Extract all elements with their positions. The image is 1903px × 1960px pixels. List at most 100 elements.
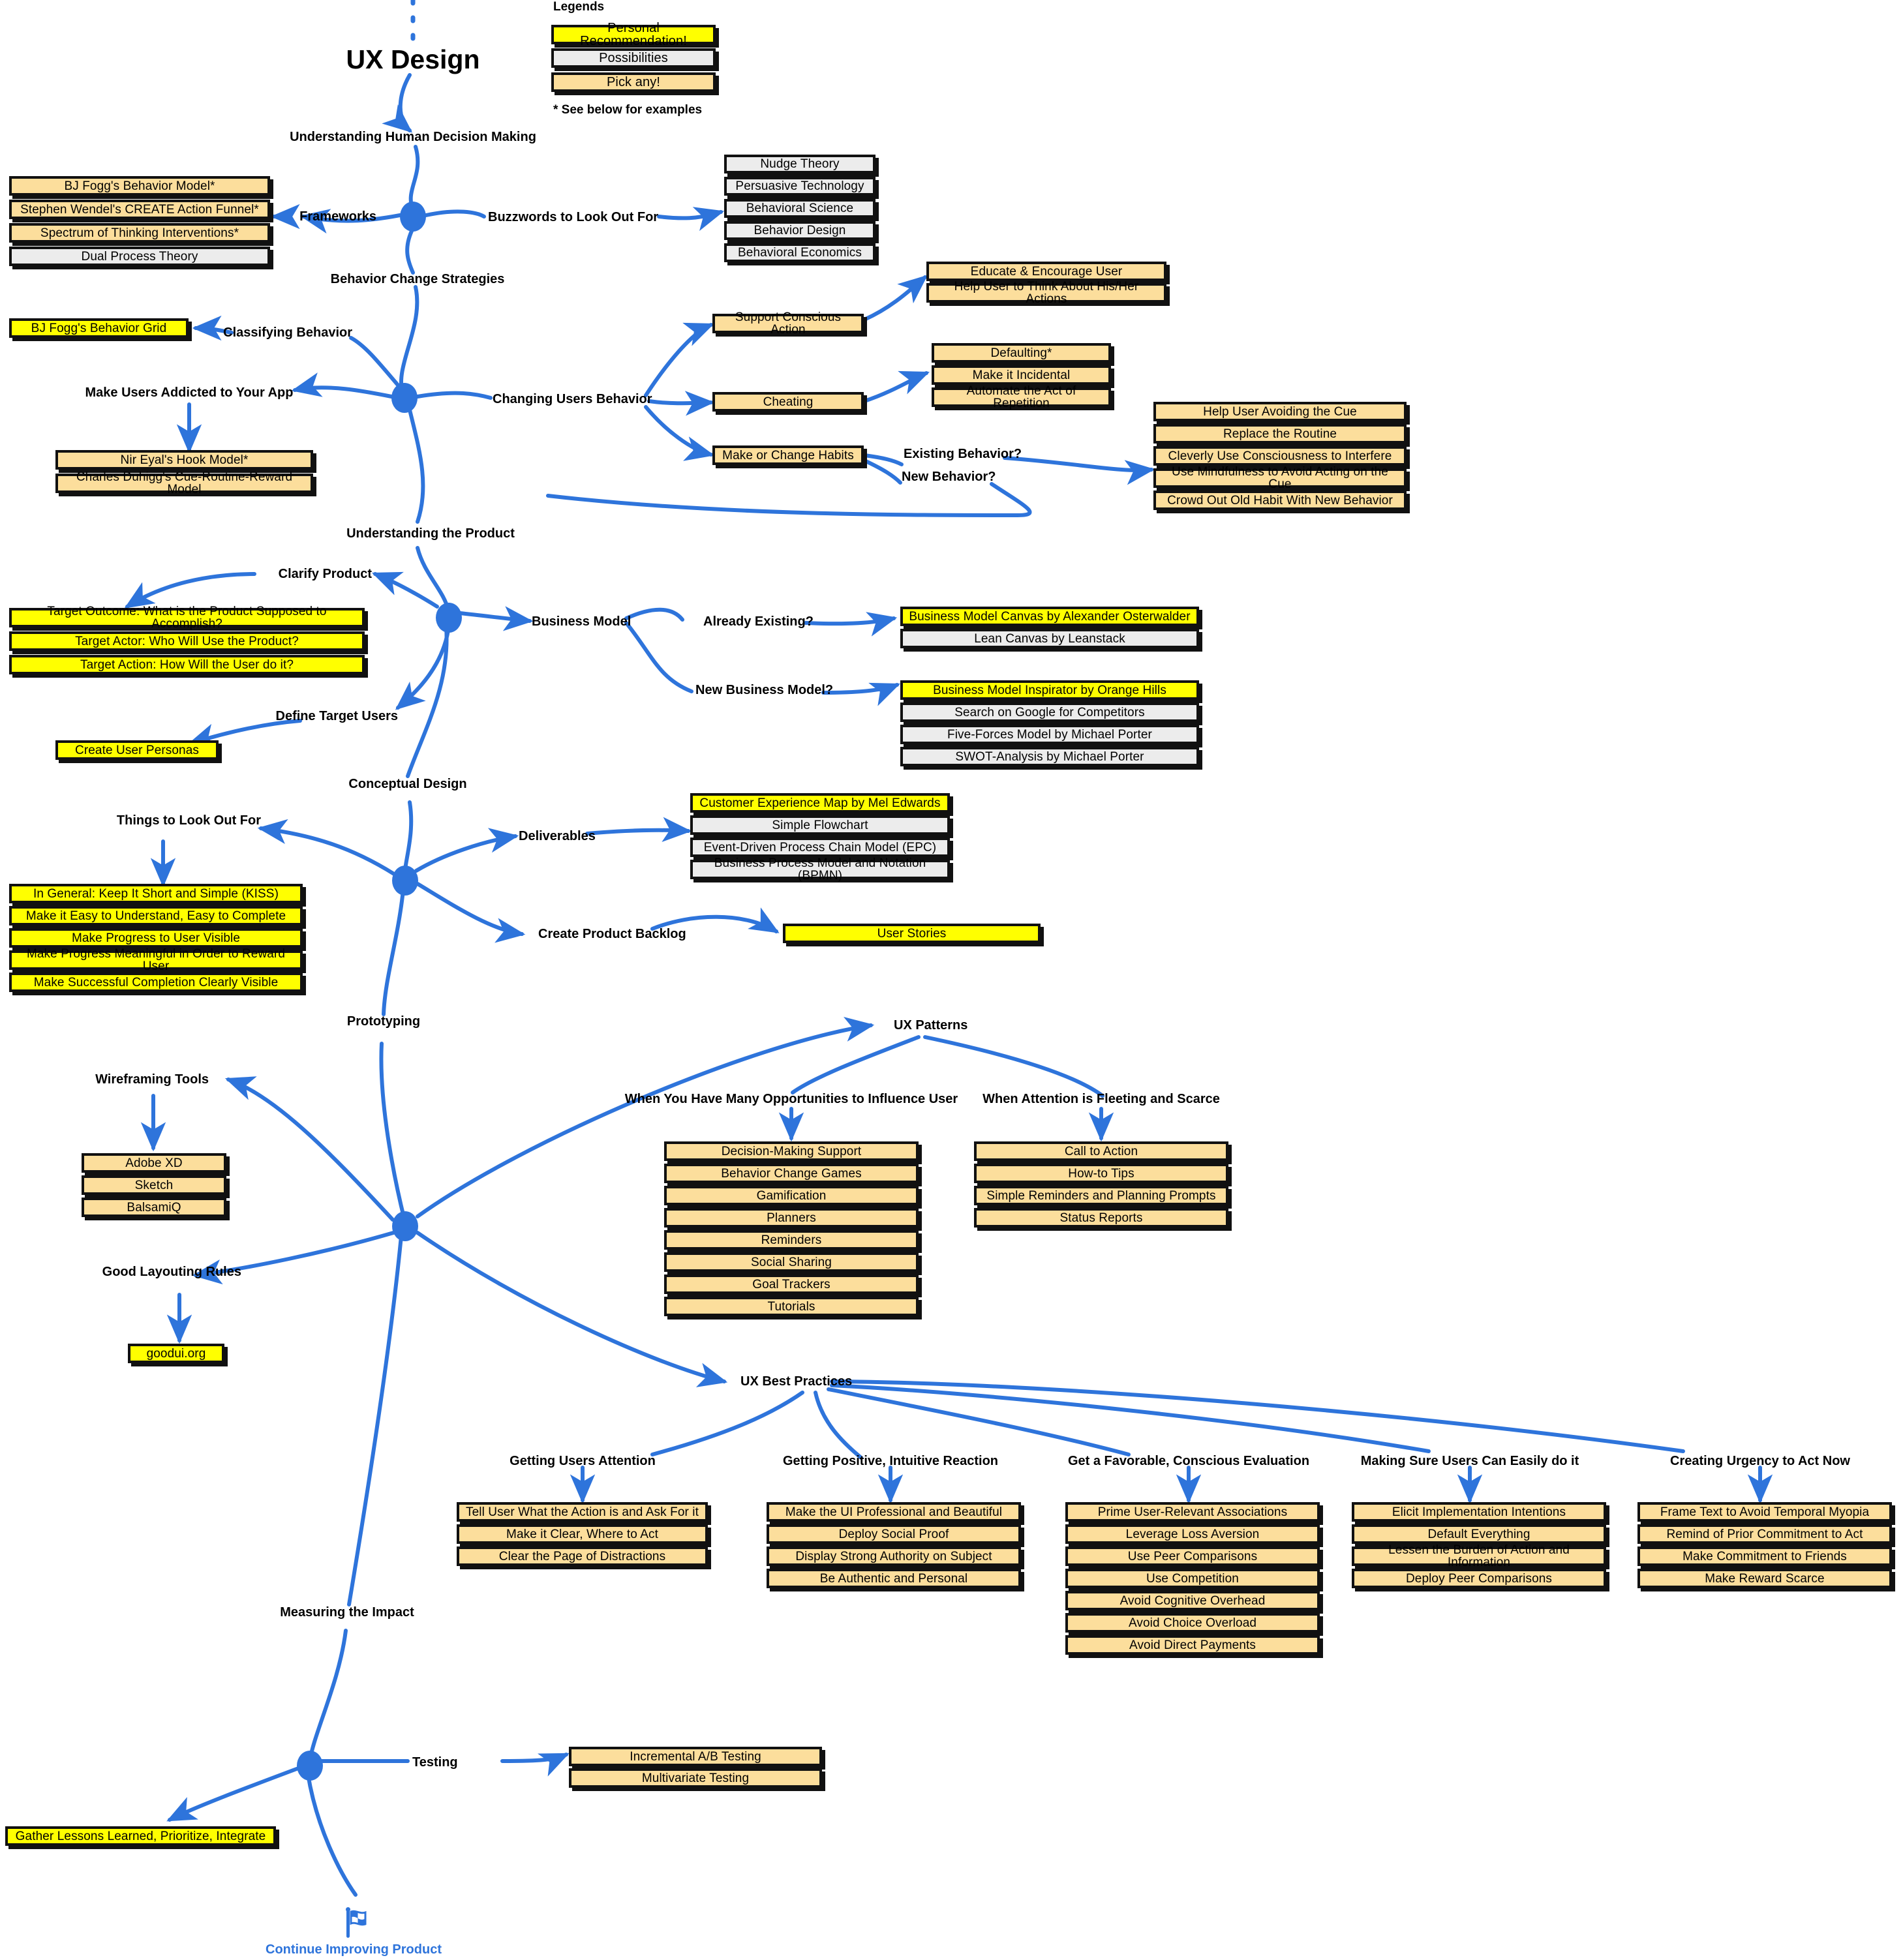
favorable-evaluation-item-2: Use Peer Comparisons bbox=[1065, 1546, 1320, 1566]
creating-urgency-item-2: Make Commitment to Friends bbox=[1637, 1546, 1892, 1566]
label-wireframing-tools: Wireframing Tools bbox=[95, 1072, 209, 1087]
hub-conceptual-design bbox=[392, 866, 418, 896]
framework-item-2: Spectrum of Thinking Interventions* bbox=[9, 223, 270, 243]
buzzword-item-1: Persuasive Technology bbox=[724, 177, 875, 196]
deliverable-item-0: Customer Experience Map by Mel Edwards bbox=[690, 793, 950, 813]
already-existing-item-0: Business Model Canvas by Alexander Oster… bbox=[900, 607, 1199, 626]
label-making-sure-easy: Making Sure Users Can Easily do it bbox=[1360, 1454, 1579, 1468]
creating-urgency-item-1: Remind of Prior Commitment to Act bbox=[1637, 1524, 1892, 1544]
favorable-evaluation-item-4: Avoid Cognitive Overhead bbox=[1065, 1591, 1320, 1610]
attention-fleeting-item-0: Call to Action bbox=[974, 1141, 1228, 1161]
habit-item-0: Help User Avoiding the Cue bbox=[1153, 402, 1407, 421]
hub-behavior-change bbox=[400, 202, 426, 232]
branch-label-conceptual-design: Conceptual Design bbox=[348, 777, 467, 791]
label-creating-urgency: Creating Urgency to Act Now bbox=[1670, 1454, 1850, 1468]
hub-measuring-impact bbox=[297, 1751, 323, 1781]
support-conscious-action-item-1: Help User to Think About His/Her Actions bbox=[926, 280, 1166, 305]
habit-item-2: Cleverly Use Consciousness to Interfere bbox=[1153, 446, 1407, 466]
favorable-evaluation-item-0: Prime User-Relevant Associations bbox=[1065, 1502, 1320, 1522]
favorable-evaluation-item-1: Leverage Loss Aversion bbox=[1065, 1524, 1320, 1544]
cheating-item-1: Make it Incidental bbox=[932, 365, 1111, 385]
label-clarify-product: Clarify Product bbox=[278, 567, 372, 581]
checkered-flag-icon bbox=[346, 1907, 371, 1942]
legend-item-possibilities: Possibilities bbox=[551, 48, 716, 68]
deliverable-item-2: Event-Driven Process Chain Model (EPC) bbox=[690, 837, 950, 857]
label-many-opportunities: When You Have Many Opportunities to Infl… bbox=[624, 1092, 958, 1106]
label-getting-users-attention: Getting Users Attention bbox=[510, 1454, 656, 1468]
label-define-target-users: Define Target Users bbox=[275, 709, 398, 723]
attention-fleeting-item-1: How-to Tips bbox=[974, 1164, 1228, 1183]
classifying-behavior-item-0: BJ Fogg's Behavior Grid bbox=[9, 318, 189, 338]
label-testing: Testing bbox=[412, 1755, 458, 1770]
branch-label-prototyping: Prototyping bbox=[346, 1014, 421, 1029]
things-to-look-out-for-item-0: In General: Keep It Short and Simple (KI… bbox=[9, 884, 303, 903]
buzzword-item-4: Behavioral Economics bbox=[724, 243, 875, 262]
new-business-model-item-3: SWOT-Analysis by Michael Porter bbox=[900, 747, 1199, 766]
many-opportunities-item-5: Social Sharing bbox=[664, 1252, 919, 1272]
label-classifying-behavior: Classifying Behavior bbox=[223, 325, 352, 340]
good-layouting-rules-item-0: goodui.org bbox=[128, 1344, 224, 1363]
framework-item-3: Dual Process Theory bbox=[9, 247, 270, 266]
making-sure-easy-item-2: Lessen the Burden of Action and Informat… bbox=[1352, 1544, 1606, 1569]
testing-item-0: Incremental A/B Testing bbox=[569, 1747, 822, 1766]
support-conscious-action-item-0: Educate & Encourage User bbox=[926, 262, 1166, 281]
getting-users-attention-item-1: Make it Clear, Where to Act bbox=[457, 1524, 708, 1544]
getting-positive-reaction-item-2: Display Strong Authority on Subject bbox=[767, 1546, 1021, 1566]
label-already-existing: Already Existing? bbox=[703, 614, 814, 629]
legend-heading: Legends bbox=[553, 0, 605, 14]
clarify-product-item-1: Target Actor: Who Will Use the Product? bbox=[9, 631, 365, 651]
habit-item-4: Crowd Out Old Habit With New Behavior bbox=[1153, 490, 1407, 510]
page-title: UX Design bbox=[346, 44, 480, 74]
define-target-users-item-0: Create User Personas bbox=[55, 740, 219, 760]
new-business-model-item-0: Business Model Inspirator by Orange Hill… bbox=[900, 680, 1199, 700]
making-sure-easy-item-3: Deploy Peer Comparisons bbox=[1352, 1569, 1606, 1588]
things-to-look-out-for-item-3: Make Progress Meaningful in Order to Rew… bbox=[9, 948, 303, 972]
favorable-evaluation-item-6: Avoid Direct Payments bbox=[1065, 1635, 1320, 1655]
wireframing-tool-item-1: Sketch bbox=[82, 1175, 226, 1195]
legend-item-recommendation: Personal Recommendation! bbox=[551, 22, 716, 48]
buzzword-item-2: Behavioral Science bbox=[724, 199, 875, 218]
branch-label-understanding-the-product: Understanding the Product bbox=[346, 526, 515, 541]
legend-item-pick-any: Pick any! bbox=[551, 72, 716, 92]
hub-product bbox=[436, 603, 462, 633]
favorable-evaluation-item-3: Use Competition bbox=[1065, 1569, 1320, 1588]
things-to-look-out-for-item-2: Make Progress to User Visible bbox=[9, 928, 303, 948]
legend-footnote: * See below for examples bbox=[553, 103, 703, 117]
label-buzzwords: Buzzwords to Look Out For bbox=[488, 210, 659, 224]
label-good-layouting-rules: Good Layouting Rules bbox=[102, 1265, 241, 1279]
new-business-model-item-2: Five-Forces Model by Michael Porter bbox=[900, 725, 1199, 744]
many-opportunities-item-0: Decision-Making Support bbox=[664, 1141, 919, 1161]
label-favorable-evaluation: Get a Favorable, Conscious Evaluation bbox=[1067, 1454, 1310, 1468]
label-continue-improving-product: Continue Improving Product bbox=[266, 1942, 442, 1957]
new-business-model-item-1: Search on Google for Competitors bbox=[900, 702, 1199, 722]
label-new-business-model: New Business Model? bbox=[695, 683, 834, 697]
hub-behavior-strategies bbox=[391, 383, 418, 413]
wireframing-tool-item-0: Adobe XD bbox=[82, 1153, 226, 1173]
getting-users-attention-item-0: Tell User What the Action is and Ask For… bbox=[457, 1502, 708, 1522]
changing-behavior-mode-2: Make or Change Habits bbox=[712, 445, 864, 465]
things-to-look-out-for-item-1: Make it Easy to Understand, Easy to Comp… bbox=[9, 906, 303, 926]
label-business-model: Business Model bbox=[532, 614, 632, 629]
creating-urgency-item-0: Frame Text to Avoid Temporal Myopia bbox=[1637, 1502, 1892, 1522]
label-new-behavior: New Behavior? bbox=[902, 470, 996, 484]
hub-prototyping bbox=[392, 1211, 418, 1241]
framework-item-0: BJ Fogg's Behavior Model* bbox=[9, 176, 270, 196]
cheating-item-2: Automate the Act of Repetition bbox=[932, 385, 1111, 410]
many-opportunities-item-7: Tutorials bbox=[664, 1297, 919, 1316]
making-sure-easy-item-0: Elicit Implementation Intentions bbox=[1352, 1502, 1606, 1522]
label-things-to-look-out-for: Things to Look Out For bbox=[116, 813, 261, 828]
branch-label-understanding-human-decision-making: Understanding Human Decision Making bbox=[290, 130, 536, 144]
label-getting-positive-reaction: Getting Positive, Intuitive Reaction bbox=[782, 1454, 999, 1468]
label-ux-best-practices: UX Best Practices bbox=[740, 1374, 853, 1389]
framework-item-1: Stephen Wendel's CREATE Action Funnel* bbox=[9, 200, 270, 219]
many-opportunities-item-1: Behavior Change Games bbox=[664, 1164, 919, 1183]
habit-item-3: Use Mindfulness to Avoid Acting on the C… bbox=[1153, 466, 1407, 490]
many-opportunities-item-6: Goal Trackers bbox=[664, 1274, 919, 1294]
branch-label-behavior-change-strategies: Behavior Change Strategies bbox=[330, 272, 505, 286]
getting-users-attention-item-2: Clear the Page of Distractions bbox=[457, 1546, 708, 1566]
getting-positive-reaction-item-3: Be Authentic and Personal bbox=[767, 1569, 1021, 1588]
addiction-model-item-0: Nir Eyal's Hook Model* bbox=[55, 450, 313, 470]
clarify-product-item-2: Target Action: How Will the User do it? bbox=[9, 655, 365, 674]
addiction-model-item-1: Charles Duhigg's Cue-Routine-Reward Mode… bbox=[55, 471, 313, 496]
deliverable-item-1: Simple Flowchart bbox=[690, 815, 950, 835]
